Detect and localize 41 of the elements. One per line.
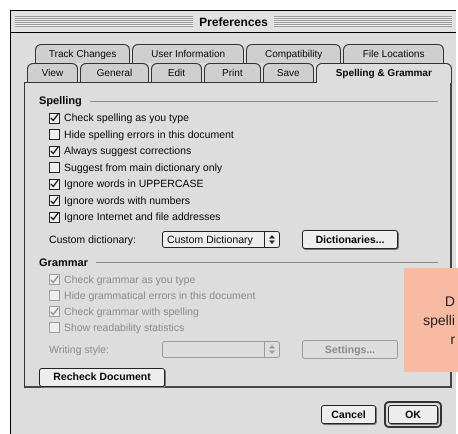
- option-label: Check spelling as you type: [64, 112, 189, 124]
- window-title: Preferences: [198, 14, 269, 28]
- dialog-button[interactable]: Dictionaries...: [302, 230, 398, 249]
- dialog-button[interactable]: Cancel: [321, 405, 376, 424]
- option-label: Show readability statistics: [64, 322, 184, 334]
- checkbox[interactable]: [49, 162, 60, 174]
- tab[interactable]: File Locations: [343, 44, 444, 63]
- tab[interactable]: Edit: [151, 63, 202, 82]
- option-label: Ignore words in UPPERCASE: [64, 178, 204, 190]
- tab[interactable]: General: [80, 63, 150, 82]
- option-label: Always suggest corrections: [64, 145, 192, 158]
- field-label: Writing style:: [49, 344, 110, 356]
- tab[interactable]: Spelling & Grammar: [316, 63, 452, 83]
- checkbox[interactable]: [49, 195, 60, 206]
- callout-text: r: [450, 330, 455, 348]
- checkbox[interactable]: [49, 178, 60, 190]
- tab[interactable]: Track Changes: [35, 44, 130, 63]
- callout-text: D: [444, 292, 455, 310]
- tab[interactable]: Print: [204, 63, 261, 82]
- option-label: Check grammar as you type: [64, 274, 196, 286]
- field-label: Custom dictionary:: [49, 234, 137, 246]
- tab[interactable]: Compatibility: [246, 44, 342, 63]
- section-heading: Spelling: [39, 95, 82, 107]
- checkbox[interactable]: [49, 146, 60, 157]
- option-label: Hide spelling errors in this document: [64, 128, 234, 141]
- checkbox[interactable]: [49, 212, 60, 223]
- checkbox[interactable]: [49, 112, 60, 124]
- option-label: Ignore words with numbers: [64, 194, 190, 207]
- tab[interactable]: View: [27, 63, 78, 82]
- recheck-button[interactable]: Recheck Document: [39, 368, 165, 386]
- checkbox[interactable]: [49, 129, 60, 140]
- option-label: Hide grammatical errors in this document: [64, 290, 256, 302]
- callout-text: spelli: [423, 310, 455, 330]
- option-label: Check grammar with spelling: [64, 306, 199, 318]
- option-label: Ignore Internet and file addresses: [64, 211, 220, 224]
- tab[interactable]: Save: [262, 63, 314, 82]
- section-heading: Grammar: [39, 256, 88, 268]
- dropdown[interactable]: Custom Dictionary: [162, 231, 280, 248]
- dialog-button[interactable]: OK: [388, 405, 438, 424]
- tab[interactable]: User Information: [132, 44, 244, 63]
- option-label: Suggest from main dictionary only: [64, 162, 222, 174]
